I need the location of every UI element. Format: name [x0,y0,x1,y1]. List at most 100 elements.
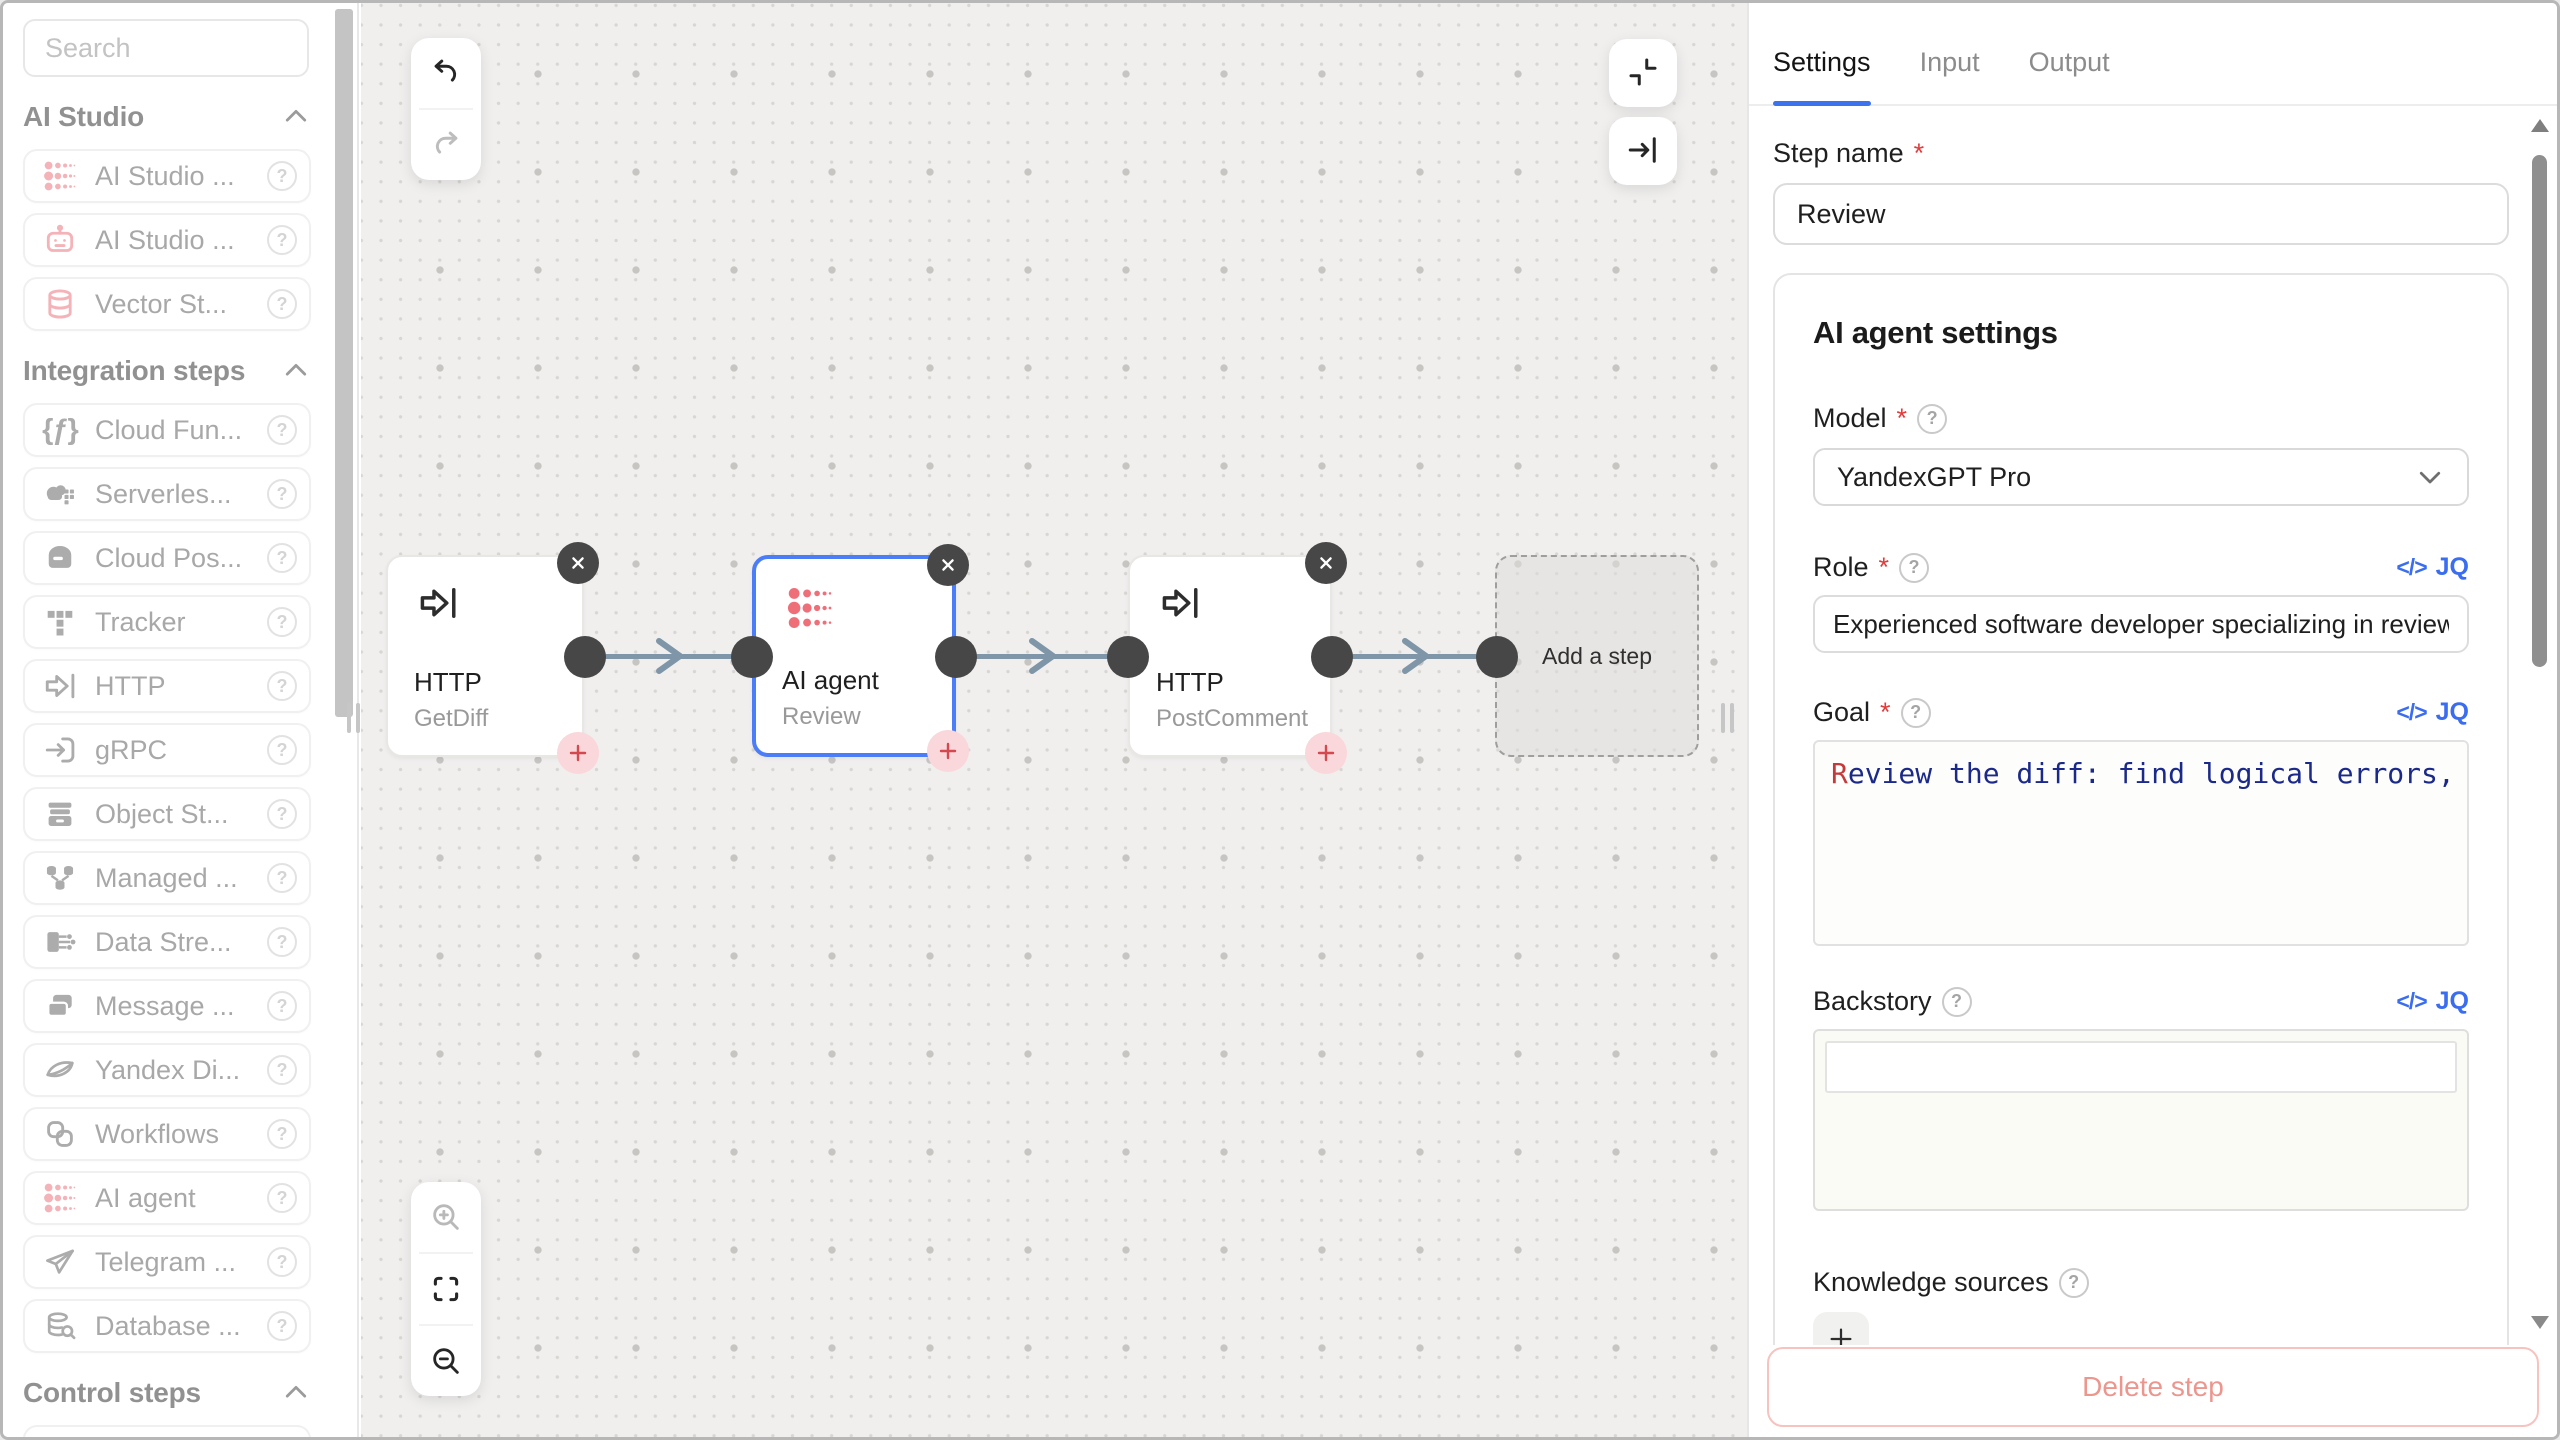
help-icon[interactable] [267,161,297,191]
code-icon: </> [2396,554,2426,581]
section-header-control-steps[interactable]: Control steps [23,1377,311,1409]
tab-output[interactable]: Output [2029,47,2110,104]
sidebar-item-label: Object St... [95,799,229,830]
backstory-editor[interactable] [1813,1029,2469,1211]
role-jq-toggle[interactable]: </> JQ [2396,553,2469,582]
goal-code-editor[interactable]: Review the diff: find logical errors, vu… [1813,740,2469,946]
help-icon[interactable] [267,671,297,701]
zoom-out-button[interactable] [411,1326,481,1396]
sidebar-item-cloud-postbox[interactable]: Cloud Pos... [23,531,311,585]
add-next-step-button[interactable] [1305,732,1347,774]
telegram-icon [41,1243,79,1281]
node-http-getdiff[interactable]: HTTP GetDiff [386,555,584,757]
zoom-in-button[interactable] [411,1182,481,1252]
connector-dot[interactable] [731,636,773,678]
help-icon[interactable] [267,1055,297,1085]
sidebar-resize-handle[interactable] [347,703,360,733]
goal-jq-toggle[interactable]: </> JQ [2396,698,2469,727]
help-icon[interactable] [267,735,297,765]
sidebar-item-tracker[interactable]: Tracker [23,595,311,649]
help-icon[interactable] [1899,553,1929,583]
search-input[interactable] [23,19,309,77]
sidebar-item-yandex-disk[interactable]: Yandex Di... [23,1043,311,1097]
remove-step-button[interactable] [1305,542,1347,584]
sidebar-item-cloud-functions[interactable]: {ƒ} Cloud Fun... [23,403,311,457]
panel-resize-handle[interactable] [1721,703,1734,733]
node-http-postcomment[interactable]: HTTP PostComment [1128,555,1332,757]
help-icon[interactable] [267,863,297,893]
sidebar-item-telegram[interactable]: Telegram ... [23,1235,311,1289]
backstory-jq-toggle[interactable]: </> JQ [2396,987,2469,1016]
node-title: HTTP [1156,667,1308,698]
help-icon[interactable] [267,415,297,445]
help-icon[interactable] [1942,987,1972,1017]
sidebar-item-label: AI Studio ... [95,225,235,256]
section-header-ai-studio[interactable]: AI Studio [23,101,311,133]
tab-settings[interactable]: Settings [1773,47,1871,104]
align-step-button[interactable] [1609,117,1677,185]
node-ai-agent-review[interactable]: AI agent Review [752,555,956,757]
connector-dot[interactable] [935,636,977,678]
help-icon[interactable] [267,1247,297,1277]
connector-dot[interactable] [564,636,606,678]
help-icon[interactable] [267,991,297,1021]
help-icon[interactable] [267,1183,297,1213]
section-header-integration-steps[interactable]: Integration steps [23,355,311,387]
scroll-up-icon[interactable] [2531,119,2549,132]
collapse-panel-button[interactable] [1609,39,1677,107]
connector-dot[interactable] [1107,636,1149,678]
scrollbar-thumb[interactable] [2532,155,2547,667]
help-icon[interactable] [2059,1268,2089,1298]
node-subtitle: PostComment [1156,705,1308,733]
role-input[interactable] [1813,595,2469,653]
help-icon[interactable] [1901,698,1931,728]
add-step-placeholder[interactable]: Add a step [1495,555,1699,757]
help-icon[interactable] [267,799,297,829]
help-icon[interactable] [267,1119,297,1149]
connector-dot[interactable] [1476,636,1518,678]
connector-dot[interactable] [1311,636,1353,678]
scroll-down-icon[interactable] [2531,1316,2549,1329]
sidebar-item-workflows[interactable]: Workflows [23,1107,311,1161]
sidebar-item-data-streams[interactable]: Data Stre... [23,915,311,969]
edge-arrowhead-icon [1393,632,1437,685]
step-settings-panel: Settings Input Output Step name* AI agen… [1747,3,2557,1437]
sidebar-item-label: Managed ... [95,863,238,894]
sidebar-item-managed-service[interactable]: Managed ... [23,851,311,905]
remove-step-button[interactable] [557,542,599,584]
help-icon[interactable] [267,543,297,573]
help-icon[interactable] [267,289,297,319]
undo-button[interactable] [411,38,481,108]
help-icon[interactable] [267,927,297,957]
fit-view-button[interactable] [411,1254,481,1324]
redo-button[interactable] [411,110,481,180]
sidebar-item-http[interactable]: HTTP [23,659,311,713]
sidebar-item-partial[interactable] [23,1425,311,1437]
add-next-step-button[interactable] [557,732,599,774]
sidebar-item-vector-store[interactable]: Vector St... [23,277,311,331]
delete-step-button[interactable]: Delete step [1767,1347,2539,1427]
help-icon[interactable] [1917,404,1947,434]
sidebar-item-ai-agent[interactable]: AI agent [23,1171,311,1225]
help-icon[interactable] [267,225,297,255]
sidebar-item-message-queue[interactable]: Message ... [23,979,311,1033]
sidebar-item-label: HTTP [95,671,166,702]
workflow-canvas[interactable]: HTTP GetDiff AI agent Review HTTP PostCo… [361,3,1747,1437]
sidebar-scrollbar[interactable] [335,9,353,717]
sidebar-item-grpc[interactable]: gRPC [23,723,311,777]
panel-scrollbar[interactable] [2529,115,2551,1333]
remove-step-button[interactable] [927,544,969,586]
tab-input[interactable]: Input [1920,47,1980,104]
sidebar-item-ai-studio-assistant[interactable]: AI Studio ... [23,213,311,267]
sidebar-item-ai-studio-model[interactable]: AI Studio ... [23,149,311,203]
chevron-up-icon [281,356,311,386]
help-icon[interactable] [267,479,297,509]
sidebar-item-serverless-containers[interactable]: Serverles... [23,467,311,521]
step-name-input[interactable] [1773,183,2509,245]
help-icon[interactable] [267,607,297,637]
sidebar-item-database[interactable]: Database ... [23,1299,311,1353]
help-icon[interactable] [267,1311,297,1341]
model-select[interactable]: YandexGPT Pro [1813,448,2469,506]
add-next-step-button[interactable] [927,730,969,772]
sidebar-item-object-storage[interactable]: Object St... [23,787,311,841]
